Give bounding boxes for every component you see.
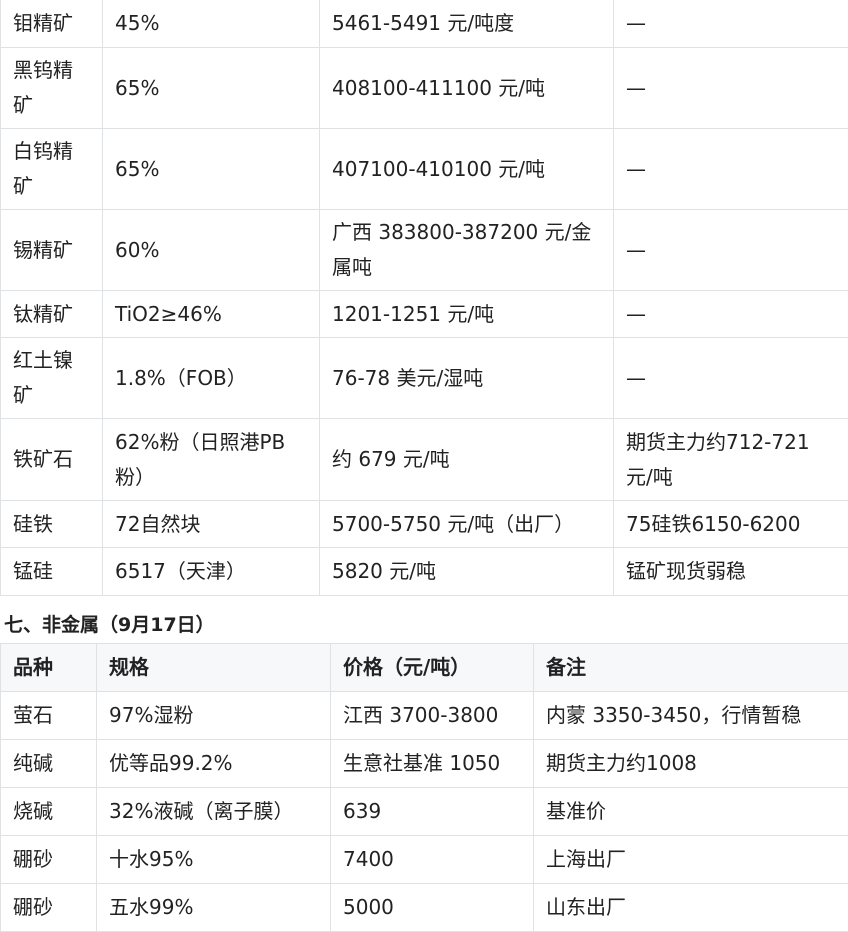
commodity-name: 红土镍矿 [1,338,103,419]
commodity-spec: TiO2≥46% [103,291,320,338]
commodity-name: 烧碱 [1,788,97,836]
commodity-note: — [614,48,848,129]
commodity-note: 锰矿现货弱稳 [614,548,848,596]
table-row: 黑钨精矿 65% 408100-411100 元/吨 — [1,48,848,129]
table-header-row: 品种 规格 价格（元/吨） 备注 [1,644,848,692]
ore-price-table: 钼精矿 45% 5461-5491 元/吨度 — 黑钨精矿 65% 408100… [0,0,848,596]
commodity-spec: 32%液碱（离子膜） [97,788,331,836]
commodity-price: 广西 383800-387200 元/金属吨 [320,210,614,291]
commodity-name: 白钨精矿 [1,129,103,210]
table-row: 硅铁 72自然块 5700-5750 元/吨（出厂） 75硅铁6150-6200 [1,501,848,548]
commodity-name: 萤石 [1,692,97,740]
commodity-note: 期货主力约1008 [534,740,848,788]
commodity-spec: 62%粉（日照港PB粉） [103,419,320,501]
table-row: 硼砂 五水99% 5000 山东出厂 [1,884,848,932]
table-row: 钛精矿 TiO2≥46% 1201-1251 元/吨 — [1,291,848,338]
commodity-note: 上海出厂 [534,836,848,884]
commodity-note: — [614,210,848,291]
commodity-price: 76-78 美元/湿吨 [320,338,614,419]
section-heading: 七、非金属（9月17日） [4,611,215,639]
commodity-spec: 97%湿粉 [97,692,331,740]
commodity-spec: 65% [103,129,320,210]
commodity-name: 硅铁 [1,501,103,548]
commodity-note: 内蒙 3350-3450，行情暂稳 [534,692,848,740]
commodity-name: 锡精矿 [1,210,103,291]
commodity-spec: 十水95% [97,836,331,884]
commodity-price: 639 [331,788,534,836]
table-row: 硼砂 十水95% 7400 上海出厂 [1,836,848,884]
commodity-name: 黑钨精矿 [1,48,103,129]
table-row: 红土镍矿 1.8%（FOB） 76-78 美元/湿吨 — [1,338,848,419]
commodity-name: 铁矿石 [1,419,103,501]
commodity-spec: 优等品99.2% [97,740,331,788]
table-row: 锰硅 6517（天津） 5820 元/吨 锰矿现货弱稳 [1,548,848,596]
column-header-name: 品种 [1,644,97,692]
commodity-spec: 72自然块 [103,501,320,548]
commodity-price: 7400 [331,836,534,884]
commodity-price: 江西 3700-3800 [331,692,534,740]
commodity-spec: 6517（天津） [103,548,320,596]
commodity-spec: 五水99% [97,884,331,932]
commodity-note: 基准价 [534,788,848,836]
commodity-price: 生意社基准 1050 [331,740,534,788]
commodity-price: 约 679 元/吨 [320,419,614,501]
commodity-price: 408100-411100 元/吨 [320,48,614,129]
commodity-name: 硼砂 [1,884,97,932]
commodity-price: 5000 [331,884,534,932]
table-row: 萤石 97%湿粉 江西 3700-3800 内蒙 3350-3450，行情暂稳 [1,692,848,740]
table-row: 白钨精矿 65% 407100-410100 元/吨 — [1,129,848,210]
table-row: 锡精矿 60% 广西 383800-387200 元/金属吨 — [1,210,848,291]
commodity-name: 钛精矿 [1,291,103,338]
commodity-note: 山东出厂 [534,884,848,932]
commodity-spec: 1.8%（FOB） [103,338,320,419]
commodity-price: 407100-410100 元/吨 [320,129,614,210]
column-header-price: 价格（元/吨） [331,644,534,692]
commodity-name: 钼精矿 [1,0,103,48]
commodity-note: — [614,291,848,338]
table-row: 纯碱 优等品99.2% 生意社基准 1050 期货主力约1008 [1,740,848,788]
commodity-price: 5820 元/吨 [320,548,614,596]
commodity-price: 5461-5491 元/吨度 [320,0,614,48]
commodity-note: — [614,0,848,48]
column-header-spec: 规格 [97,644,331,692]
table-row: 烧碱 32%液碱（离子膜） 639 基准价 [1,788,848,836]
commodity-name: 纯碱 [1,740,97,788]
commodity-spec: 60% [103,210,320,291]
commodity-note: — [614,129,848,210]
commodity-name: 锰硅 [1,548,103,596]
column-header-note: 备注 [534,644,848,692]
table-row: 铁矿石 62%粉（日照港PB粉） 约 679 元/吨 期货主力约712-721元… [1,419,848,501]
table-row: 钼精矿 45% 5461-5491 元/吨度 — [1,0,848,48]
commodity-spec: 65% [103,48,320,129]
commodity-spec: 45% [103,0,320,48]
commodity-note: — [614,338,848,419]
nonmetal-price-table: 品种 规格 价格（元/吨） 备注 萤石 97%湿粉 江西 3700-3800 内… [0,643,848,932]
commodity-name: 硼砂 [1,836,97,884]
commodity-note: 75硅铁6150-6200 [614,501,848,548]
commodity-note: 期货主力约712-721元/吨 [614,419,848,501]
commodity-price: 5700-5750 元/吨（出厂） [320,501,614,548]
commodity-price: 1201-1251 元/吨 [320,291,614,338]
